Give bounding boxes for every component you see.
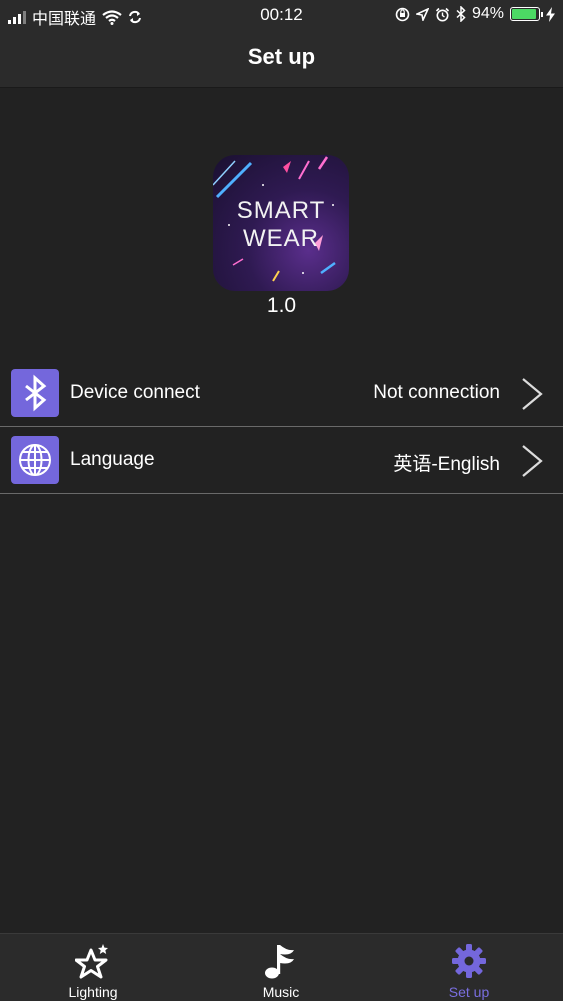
tab-setup[interactable]: Set up (409, 934, 529, 1001)
language-value: 英语-English (393, 454, 500, 475)
bluetooth-icon (456, 6, 466, 22)
location-icon (415, 7, 429, 21)
globe-icon (11, 436, 59, 484)
tab-music[interactable]: Music (221, 934, 341, 1001)
battery-icon (510, 7, 543, 21)
page-title: Set up (247, 44, 316, 69)
orientation-lock-icon (395, 7, 410, 21)
app-logo: SMART WEAR (213, 155, 349, 291)
star-icon (75, 944, 108, 979)
tab-lighting[interactable]: Lighting (33, 934, 153, 1001)
device-connect-status: Not connection (373, 382, 500, 403)
tab-music-label: Music (262, 984, 300, 1000)
music-note-icon (265, 945, 294, 979)
battery-percent: 94% (471, 5, 504, 22)
device-connect-label: Device connect (70, 382, 200, 403)
nav-bar: Set up (0, 30, 563, 88)
gear-icon (452, 944, 486, 978)
logo-text-line1: SMART (236, 197, 326, 224)
chevron-right-icon (522, 445, 543, 477)
alarm-icon (435, 7, 450, 21)
device-connect-row[interactable]: Device connect Not connection (0, 360, 563, 427)
logo-text-line2: WEAR (243, 225, 319, 252)
status-bar: 中国联通 00:12 94% (0, 0, 563, 30)
language-label: Language (70, 449, 155, 470)
language-row[interactable]: Language 英语-English (0, 427, 563, 494)
charging-icon (546, 6, 555, 22)
chevron-right-icon (522, 378, 543, 410)
app-version: 1.0 (266, 294, 297, 317)
bluetooth-icon (11, 369, 59, 417)
tab-lighting-label: Lighting (68, 984, 118, 1000)
tab-bar: Lighting Music Set up (0, 933, 563, 1001)
tab-setup-label: Set up (448, 984, 490, 1000)
